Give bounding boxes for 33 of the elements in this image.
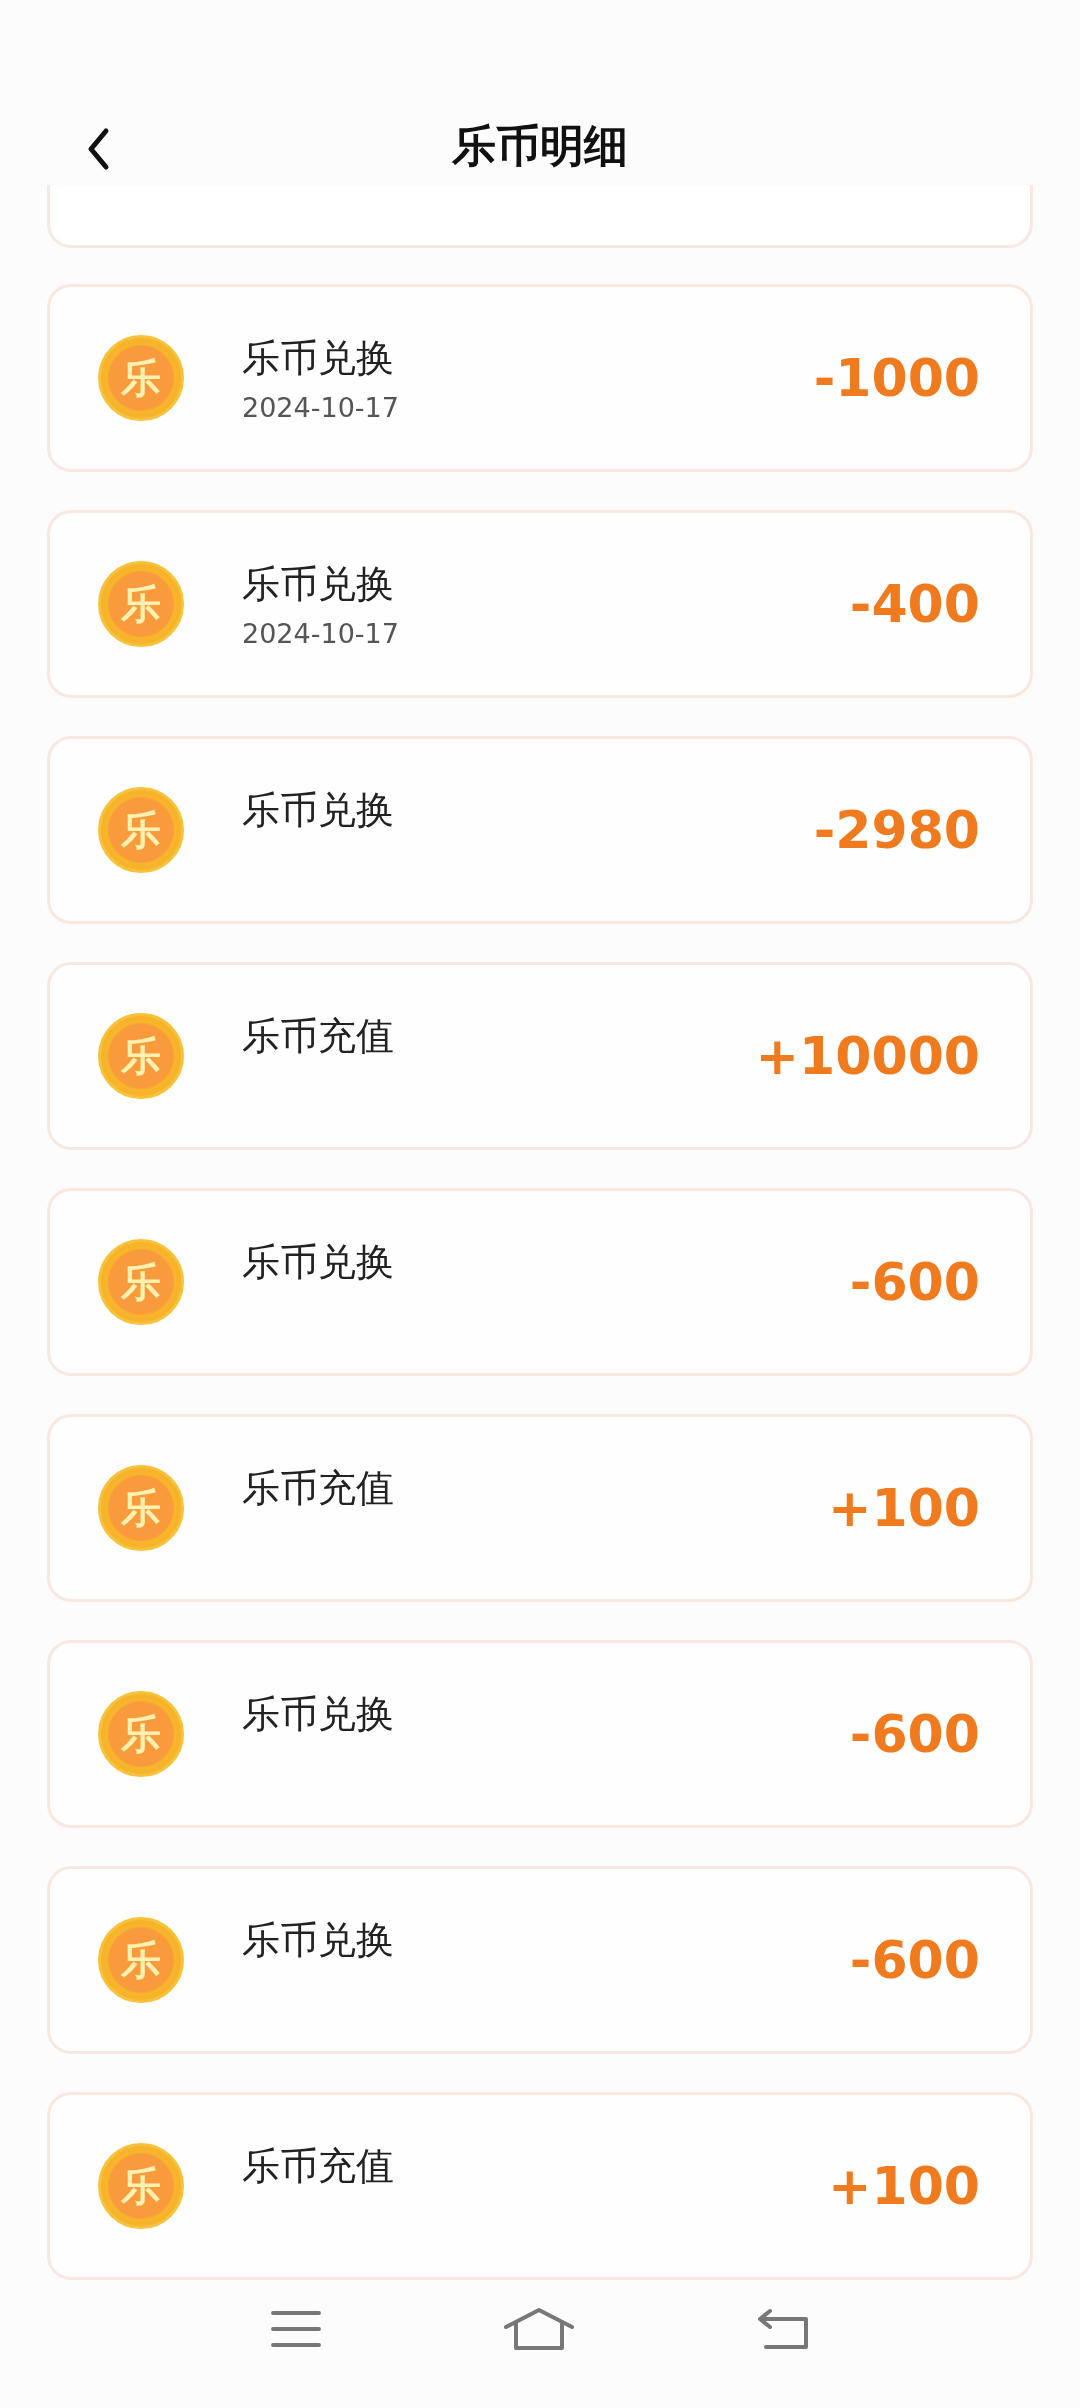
coin-icon: 乐 xyxy=(98,2143,184,2230)
transaction-date: 2024-10-17 xyxy=(242,392,400,424)
transaction-amount: +10000 xyxy=(755,1026,980,1087)
transaction-title: 乐币兑换 xyxy=(242,786,395,834)
transaction-amount: -400 xyxy=(849,574,980,635)
transaction-title: 乐币充值 xyxy=(242,2142,395,2190)
coin-icon: 乐 xyxy=(98,1465,184,1552)
transaction-title: 乐币兑换 xyxy=(242,1690,395,1738)
coin-icon: 乐 xyxy=(98,335,184,422)
transaction-title: 乐币兑换 xyxy=(242,1238,395,1286)
page-title: 乐币明细 xyxy=(452,118,628,173)
home-icon[interactable] xyxy=(503,2307,575,2352)
back-icon[interactable] xyxy=(755,2308,810,2351)
transaction-amount: -600 xyxy=(849,1704,980,1765)
coin-icon: 乐 xyxy=(98,561,184,648)
transaction-title: 乐币兑换 xyxy=(242,335,395,383)
coin-icon: 乐 xyxy=(98,787,184,874)
transaction-title: 乐币兑换 xyxy=(242,561,395,609)
transaction-title: 乐币兑换 xyxy=(242,1916,395,1964)
coin-icon: 乐 xyxy=(98,1239,184,1326)
coin-icon: 乐 xyxy=(98,1691,184,1778)
transaction-amount: -2980 xyxy=(813,800,980,861)
transaction-amount: -1000 xyxy=(813,348,980,409)
transaction-amount: +100 xyxy=(827,2156,980,2217)
coin-icon: 乐 xyxy=(98,1917,184,2004)
transaction-amount: +100 xyxy=(827,1478,980,1539)
transaction-title: 乐币充值 xyxy=(242,1464,395,1512)
transaction-date: 2024-10-17 xyxy=(242,618,400,650)
coin-icon: 乐 xyxy=(98,1013,184,1100)
transaction-amount: -600 xyxy=(849,1252,980,1313)
transaction-amount: -600 xyxy=(849,1930,980,1991)
menu-icon[interactable] xyxy=(270,2309,323,2350)
transaction-title: 乐币充值 xyxy=(242,1012,395,1060)
